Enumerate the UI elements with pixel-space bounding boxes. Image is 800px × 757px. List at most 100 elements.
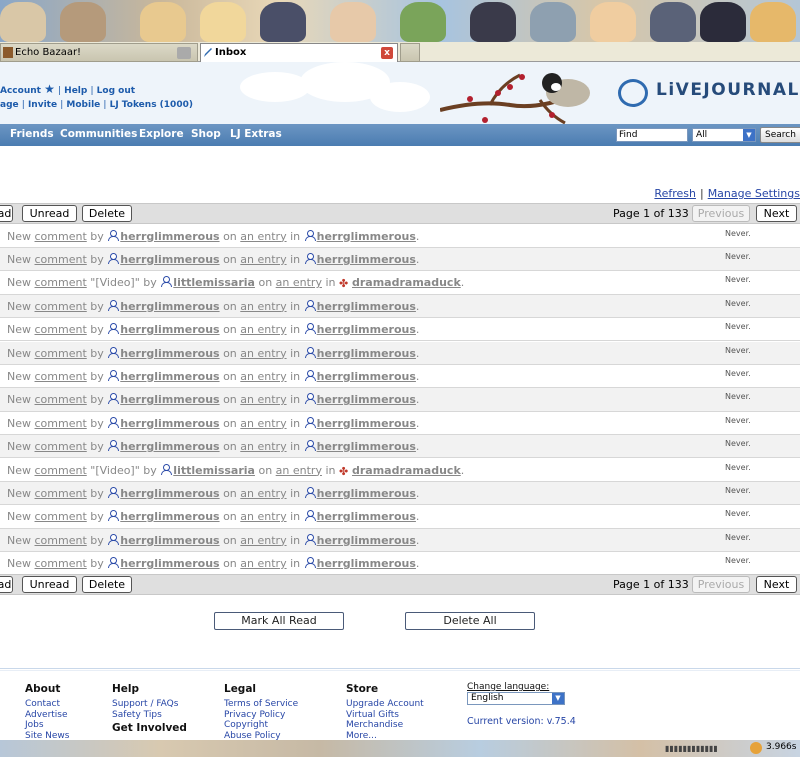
journal-link[interactable]: herrglimmerous xyxy=(317,253,416,266)
inbox-row[interactable]: New comment by herrglimmerous on an entr… xyxy=(0,365,800,389)
footer-link[interactable]: Virtual Gifts xyxy=(346,710,424,721)
comment-link[interactable]: comment xyxy=(35,323,87,336)
footer-link[interactable]: Support / FAQs xyxy=(112,699,187,710)
inbox-row[interactable]: New comment "[Video]" by littlemissaria … xyxy=(0,271,800,295)
footer-link[interactable]: Copyright xyxy=(224,720,298,731)
entry-link[interactable]: an entry xyxy=(276,276,322,289)
comment-link[interactable]: comment xyxy=(35,393,87,406)
comment-link[interactable]: comment xyxy=(35,534,87,547)
author-link[interactable]: herrglimmerous xyxy=(120,440,219,453)
author-link[interactable]: herrglimmerous xyxy=(120,370,219,383)
journal-link[interactable]: dramadramaduck xyxy=(352,276,461,289)
comment-link[interactable]: comment xyxy=(35,300,87,313)
journal-link[interactable]: herrglimmerous xyxy=(317,347,416,360)
unread-button[interactable]: Unread xyxy=(22,205,77,222)
search-scope-select[interactable]: All ▼ xyxy=(692,128,756,142)
author-link[interactable]: herrglimmerous xyxy=(120,230,219,243)
delete-button[interactable]: Delete xyxy=(82,205,132,222)
footer-link[interactable]: Contact xyxy=(25,699,69,710)
author-link[interactable]: herrglimmerous xyxy=(120,417,219,430)
logout-link[interactable]: Log out xyxy=(97,86,135,96)
author-link[interactable]: herrglimmerous xyxy=(120,393,219,406)
account-link[interactable]: Account xyxy=(0,86,41,96)
inbox-row[interactable]: New comment by herrglimmerous on an entr… xyxy=(0,318,800,342)
language-select[interactable]: English ▼ xyxy=(467,692,565,705)
author-link[interactable]: herrglimmerous xyxy=(120,300,219,313)
inbox-row[interactable]: New comment by herrglimmerous on an entr… xyxy=(0,481,800,506)
footer-link[interactable]: Safety Tips xyxy=(112,710,187,721)
journal-link[interactable]: herrglimmerous xyxy=(317,323,416,336)
nav-friends[interactable]: Friends xyxy=(10,128,54,140)
mobile-link[interactable]: Mobile xyxy=(66,100,100,110)
entry-link[interactable]: an entry xyxy=(240,370,286,383)
inbox-row[interactable]: New comment by herrglimmerous on an entr… xyxy=(0,435,800,459)
entry-link[interactable]: an entry xyxy=(240,253,286,266)
journal-link[interactable]: herrglimmerous xyxy=(317,510,416,523)
inbox-row[interactable]: New comment by herrglimmerous on an entr… xyxy=(0,388,800,412)
new-tab-button[interactable] xyxy=(400,43,420,62)
previous-button[interactable]: Previous xyxy=(692,576,750,593)
entry-link[interactable]: an entry xyxy=(240,440,286,453)
footer-link[interactable]: Jobs xyxy=(25,720,69,731)
refresh-link[interactable]: Refresh xyxy=(654,187,696,200)
author-link[interactable]: herrglimmerous xyxy=(120,253,219,266)
comment-link[interactable]: comment xyxy=(35,347,87,360)
inbox-row[interactable]: New comment by herrglimmerous on an entr… xyxy=(0,341,800,365)
entry-link[interactable]: an entry xyxy=(240,323,286,336)
entry-link[interactable]: an entry xyxy=(240,300,286,313)
journal-link[interactable]: herrglimmerous xyxy=(317,417,416,430)
lj-tokens-link[interactable]: LJ Tokens (1000) xyxy=(110,100,193,110)
journal-link[interactable]: herrglimmerous xyxy=(317,557,416,570)
tab-inbox[interactable]: Inbox x xyxy=(200,43,398,62)
livejournal-logo[interactable]: LiVEJOURNAL™ xyxy=(618,80,800,100)
inbox-row[interactable]: New comment "[Video]" by littlemissaria … xyxy=(0,459,800,482)
author-link[interactable]: littlemissaria xyxy=(173,276,255,289)
inbox-row[interactable]: New comment by herrglimmerous on an entr… xyxy=(0,294,800,319)
mark-read-button[interactable]: ad xyxy=(0,205,13,222)
journal-link[interactable]: herrglimmerous xyxy=(317,230,416,243)
footer-link[interactable]: Upgrade Account xyxy=(346,699,424,710)
comment-link[interactable]: comment xyxy=(35,276,87,289)
author-link[interactable]: herrglimmerous xyxy=(120,534,219,547)
entry-link[interactable]: an entry xyxy=(240,347,286,360)
inbox-row[interactable]: New comment by herrglimmerous on an entr… xyxy=(0,528,800,553)
inbox-row[interactable]: New comment by herrglimmerous on an entr… xyxy=(0,225,800,248)
footer-link[interactable]: Terms of Service xyxy=(224,699,298,710)
journal-link[interactable]: herrglimmerous xyxy=(317,300,416,313)
entry-link[interactable]: an entry xyxy=(240,534,286,547)
comment-link[interactable]: comment xyxy=(35,417,87,430)
nav-lj-extras[interactable]: LJ Extras xyxy=(230,128,282,140)
delete-all-button[interactable]: Delete All xyxy=(405,612,535,630)
journal-link[interactable]: herrglimmerous xyxy=(317,534,416,547)
next-button[interactable]: Next xyxy=(756,576,797,593)
comment-link[interactable]: comment xyxy=(35,370,87,383)
unread-button[interactable]: Unread xyxy=(22,576,77,593)
comment-link[interactable]: comment xyxy=(35,510,87,523)
footer-link[interactable]: Privacy Policy xyxy=(224,710,298,721)
inbox-row[interactable]: New comment by herrglimmerous on an entr… xyxy=(0,412,800,436)
journal-link[interactable]: herrglimmerous xyxy=(317,487,416,500)
close-tab-icon[interactable]: x xyxy=(381,47,393,59)
previous-button[interactable]: Previous xyxy=(692,205,750,222)
entry-link[interactable]: an entry xyxy=(240,417,286,430)
journal-link[interactable]: herrglimmerous xyxy=(317,393,416,406)
inbox-row[interactable]: New comment by herrglimmerous on an entr… xyxy=(0,247,800,272)
entry-link[interactable]: an entry xyxy=(240,393,286,406)
comment-link[interactable]: comment xyxy=(35,230,87,243)
delete-button[interactable]: Delete xyxy=(82,576,132,593)
entry-link[interactable]: an entry xyxy=(240,557,286,570)
journal-link[interactable]: dramadramaduck xyxy=(352,464,461,477)
search-button[interactable]: Search xyxy=(760,127,800,143)
journal-link[interactable]: herrglimmerous xyxy=(317,440,416,453)
nav-shop[interactable]: Shop xyxy=(191,128,221,140)
next-button[interactable]: Next xyxy=(756,205,797,222)
author-link[interactable]: littlemissaria xyxy=(173,464,255,477)
comment-link[interactable]: comment xyxy=(35,440,87,453)
entry-link[interactable]: an entry xyxy=(240,510,286,523)
footer-link[interactable]: Advertise xyxy=(25,710,69,721)
mark-all-read-button[interactable]: Mark All Read xyxy=(214,612,344,630)
nav-communities[interactable]: Communities xyxy=(60,128,137,140)
author-link[interactable]: herrglimmerous xyxy=(120,510,219,523)
inbox-row[interactable]: New comment by herrglimmerous on an entr… xyxy=(0,552,800,576)
tab-echo-bazaar[interactable]: Echo Bazaar! xyxy=(0,43,198,62)
